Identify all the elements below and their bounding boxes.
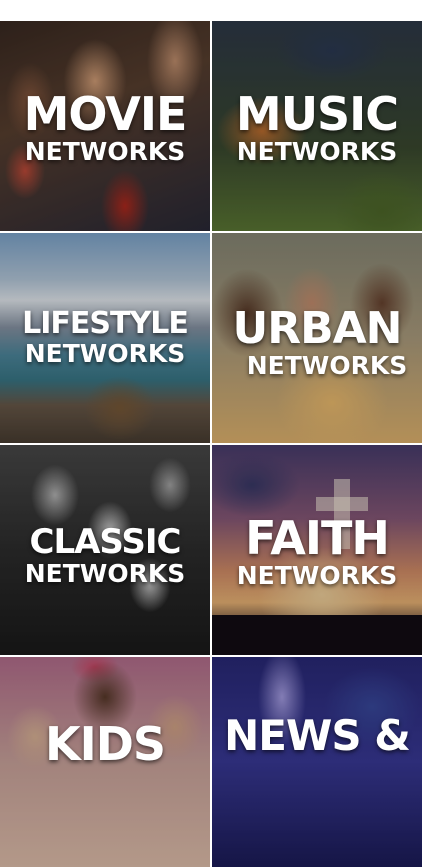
tile-title: NEWS & <box>224 711 411 760</box>
tile-kids-networks[interactable]: KIDS <box>0 657 210 867</box>
tile-lifestyle-networks[interactable]: LIFESTYLE NETWORKS <box>0 233 210 443</box>
tile-title: LIFESTYLE <box>22 306 189 341</box>
tile-label: MUSIC NETWORKS <box>212 91 422 164</box>
tile-title: KIDS <box>44 717 166 771</box>
tile-label: MOVIE NETWORKS <box>0 91 210 164</box>
tile-shade <box>212 657 422 867</box>
tile-subtitle: NETWORKS <box>24 559 186 588</box>
tile-label: LIFESTYLE NETWORKS <box>0 306 210 368</box>
tile-classic-networks[interactable]: CLASSIC NETWORKS <box>0 445 210 655</box>
tile-subtitle: NETWORKS <box>24 137 186 166</box>
tile-faith-networks[interactable]: FAITH NETWORKS <box>212 445 422 655</box>
status-bar <box>0 0 422 21</box>
tile-music-networks[interactable]: MUSIC NETWORKS <box>212 21 422 231</box>
tile-label: NEWS & <box>212 715 422 757</box>
tile-subtitle: NETWORKS <box>236 561 398 590</box>
tile-subtitle: NETWORKS <box>24 339 186 368</box>
tile-label: KIDS <box>0 721 210 767</box>
tile-label: URBAN NETWORKS <box>212 303 422 380</box>
tile-title: URBAN <box>232 303 402 354</box>
tile-title: MOVIE <box>23 87 188 141</box>
tile-subtitle: NETWORKS <box>246 351 408 380</box>
network-category-grid: MOVIE NETWORKS MUSIC NETWORKS LIFESTYLE … <box>0 21 422 867</box>
tile-urban-networks[interactable]: URBAN NETWORKS <box>212 233 422 443</box>
tile-news-networks[interactable]: NEWS & <box>212 657 422 867</box>
tile-title: MUSIC <box>235 87 399 141</box>
tile-title: FAITH <box>245 511 390 565</box>
tile-label: CLASSIC NETWORKS <box>0 525 210 586</box>
tile-subtitle: NETWORKS <box>236 137 398 166</box>
tile-title: CLASSIC <box>29 522 182 562</box>
tile-movie-networks[interactable]: MOVIE NETWORKS <box>0 21 210 231</box>
tile-label: FAITH NETWORKS <box>212 515 422 588</box>
